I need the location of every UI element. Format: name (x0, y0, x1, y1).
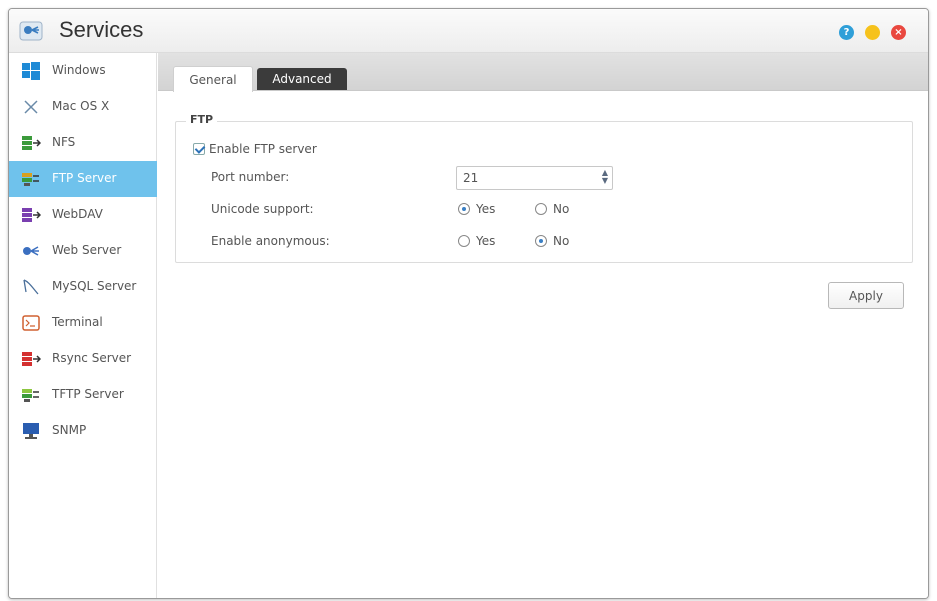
sidebar-item-terminal[interactable]: Terminal (9, 305, 157, 341)
sidebar-item-label: Web Server (52, 243, 122, 257)
enable-anonymous-label: Enable anonymous: (211, 234, 330, 248)
sidebar-item-label: SNMP (52, 423, 87, 437)
snmp-icon (23, 423, 39, 439)
unicode-no-label: No (553, 202, 570, 216)
enable-ftp-checkbox[interactable] (193, 143, 205, 155)
ftp-server-icon (22, 173, 39, 186)
title-bar: Services ? × (9, 9, 928, 53)
mysql-server-icon (23, 279, 39, 295)
close-button[interactable]: × (891, 25, 906, 40)
unicode-no-radio[interactable] (535, 203, 547, 215)
sidebar-item-label: Windows (52, 63, 106, 77)
sidebar-item-windows[interactable]: Windows (9, 53, 157, 89)
enable-ftp-label: Enable FTP server (209, 142, 317, 156)
tab-general[interactable]: General (173, 66, 253, 92)
windows-icon (22, 62, 40, 80)
anonymous-no-radio[interactable] (535, 235, 547, 247)
sidebar-item-tftp-server[interactable]: TFTP Server (9, 377, 157, 413)
minimize-button[interactable] (865, 25, 880, 40)
sidebar-item-label: MySQL Server (52, 279, 137, 293)
apply-button[interactable]: Apply (828, 282, 904, 309)
window-title: Services (59, 17, 144, 42)
sidebar-item-webdav[interactable]: WebDAV (9, 197, 157, 233)
sidebar-item-label: NFS (52, 135, 76, 149)
services-window: Services ? × Windows Mac OS X NFS FTP Se… (8, 8, 929, 599)
services-sidebar: Windows Mac OS X NFS FTP Server WebDAV W… (9, 53, 157, 598)
sidebar-item-label: FTP Server (52, 171, 117, 185)
sidebar-item-label: WebDAV (52, 207, 103, 221)
help-button[interactable]: ? (839, 25, 854, 40)
mac-os-x-icon (24, 100, 38, 114)
rsync-server-icon (22, 352, 41, 366)
web-server-icon (23, 246, 39, 256)
anonymous-yes-label: Yes (476, 234, 496, 248)
sidebar-item-web-server[interactable]: Web Server (9, 233, 157, 269)
unicode-support-label: Unicode support: (211, 202, 314, 216)
port-number-stepper[interactable]: ▲ ▼ (600, 169, 610, 187)
sidebar-item-label: TFTP Server (52, 387, 124, 401)
sidebar-item-mac-os-x[interactable]: Mac OS X (9, 89, 157, 125)
chevron-down-icon[interactable]: ▼ (600, 177, 610, 185)
ftp-legend: FTP (186, 113, 218, 126)
question-icon: ? (843, 27, 850, 38)
sidebar-item-mysql-server[interactable]: MySQL Server (9, 269, 157, 305)
sidebar-item-label: Mac OS X (52, 99, 110, 113)
anonymous-yes-radio[interactable] (458, 235, 470, 247)
anonymous-no-label: No (553, 234, 570, 248)
sidebar-item-label: Rsync Server (52, 351, 132, 365)
unicode-yes-label: Yes (476, 202, 496, 216)
sidebar-item-rsync-server[interactable]: Rsync Server (9, 341, 157, 377)
close-icon: × (894, 27, 903, 38)
tab-bar: General Advanced (158, 53, 928, 92)
port-number-label: Port number: (211, 170, 290, 184)
sidebar-item-label: Terminal (52, 315, 103, 329)
sidebar-item-snmp[interactable]: SNMP (9, 413, 157, 449)
nfs-icon (22, 136, 41, 150)
tab-advanced[interactable]: Advanced (257, 68, 347, 90)
sidebar-item-ftp-server[interactable]: FTP Server (9, 161, 157, 197)
port-number-input[interactable] (456, 166, 613, 190)
webdav-icon (22, 208, 41, 222)
tftp-server-icon (22, 389, 39, 402)
ftp-settings-panel: General Advanced FTP Enable FTP server P… (158, 53, 928, 598)
services-app-icon (19, 21, 43, 41)
unicode-yes-radio[interactable] (458, 203, 470, 215)
terminal-icon (22, 315, 40, 331)
sidebar-item-nfs[interactable]: NFS (9, 125, 157, 161)
